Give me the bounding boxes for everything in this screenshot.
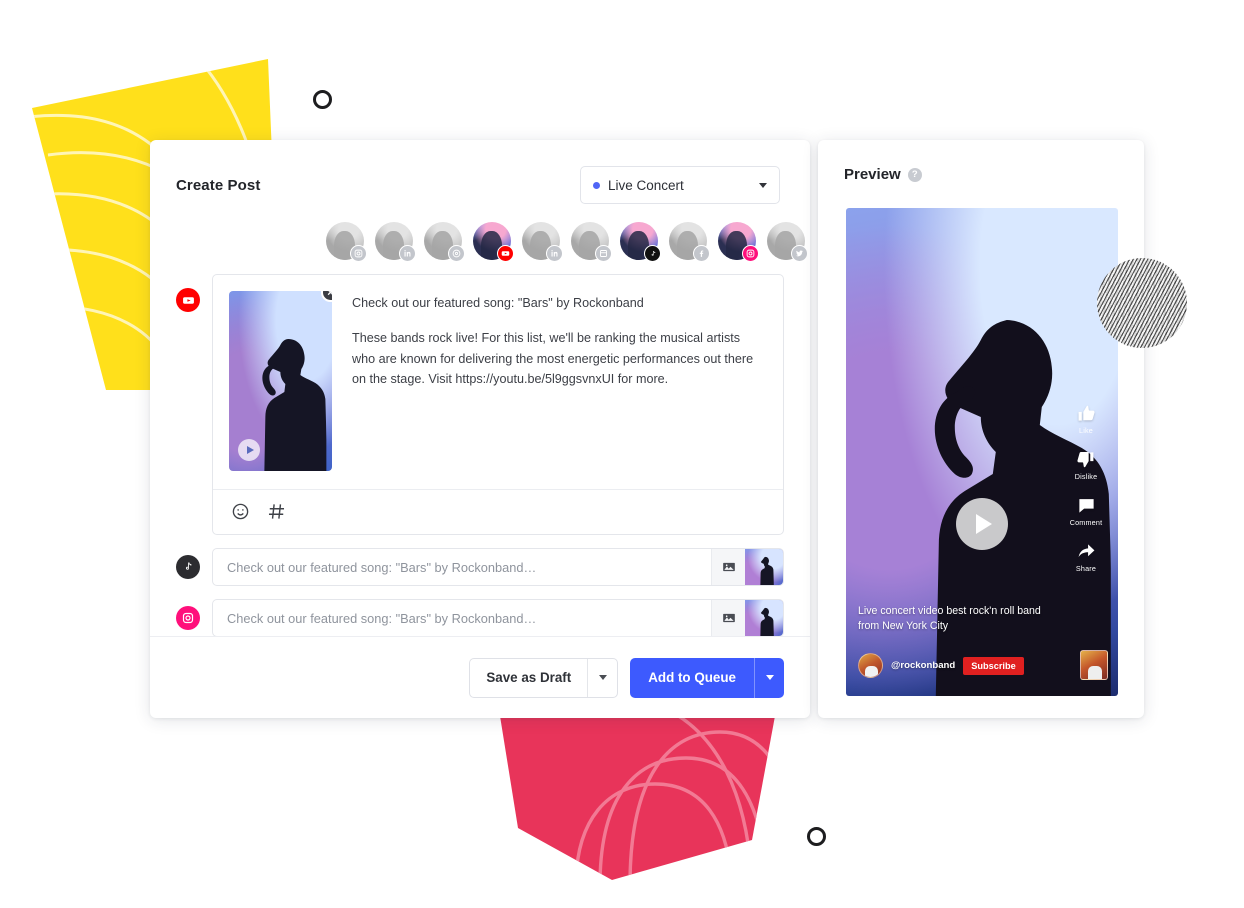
composer-title-line: Check out our featured song: "Bars" by R… [352, 296, 644, 310]
red-decorative-shape [500, 716, 775, 880]
composer-box[interactable]: × Check out our featured song: "Bars" by… [212, 274, 784, 535]
silhouette-figure [760, 556, 774, 585]
add-to-queue-button[interactable]: Add to Queue [630, 657, 784, 698]
instagram-icon [176, 606, 200, 630]
preview-action-rail: Like Dislike Comment Share [1058, 404, 1114, 573]
save-as-draft-label: Save as Draft [486, 670, 572, 685]
create-post-card: Create Post Live Concert × Check out our… [150, 140, 810, 718]
remove-media-button[interactable]: × [321, 291, 332, 302]
composer-row-tiktok: Check out our featured song: "Bars" by R… [150, 535, 810, 586]
account-avatar-twitter[interactable] [767, 222, 808, 262]
composer-row-instagram: Check out our featured song: "Bars" by R… [150, 586, 810, 637]
chevron-down-icon [765, 675, 774, 680]
scope-dot-icon [593, 181, 600, 189]
facebook-icon [693, 245, 710, 262]
decorative-ring-top [313, 90, 332, 109]
account-avatar-youtube[interactable] [473, 222, 514, 262]
account-avatar-business[interactable] [571, 222, 612, 262]
add-to-queue-label: Add to Queue [648, 670, 736, 685]
hashtag-icon[interactable] [267, 502, 287, 522]
silhouette-figure [760, 607, 774, 636]
account-avatar-row [150, 204, 810, 262]
instagram-row-thumbnail[interactable] [745, 600, 783, 636]
tiktok-caption-placeholder: Check out our featured song: "Bars" by R… [227, 559, 537, 575]
account-avatar-facebook[interactable] [669, 222, 710, 262]
preview-caption: Live concert video best rock'n roll band… [858, 604, 1041, 632]
tiktok-row-thumbnail[interactable] [745, 549, 783, 585]
share-button[interactable]: Share [1076, 542, 1096, 573]
share-label: Share [1075, 564, 1097, 573]
chevron-down-icon [598, 675, 607, 680]
image-icon[interactable] [711, 549, 745, 585]
youtube-icon [497, 245, 514, 262]
save-as-draft-dropdown[interactable] [587, 658, 617, 697]
linkedin-icon [399, 245, 416, 262]
tiktok-icon [176, 555, 200, 579]
account-avatar-instagram-2[interactable] [718, 222, 759, 262]
instagram-icon [350, 245, 367, 262]
help-icon[interactable]: ? [907, 167, 922, 182]
media-play-button[interactable] [238, 439, 260, 461]
composer-body: × Check out our featured song: "Bars" by… [213, 275, 783, 489]
comment-icon [1078, 499, 1094, 513]
instagram-icon [742, 245, 759, 262]
account-avatar-linkedin-2[interactable] [522, 222, 563, 262]
account-avatar-linkedin-1[interactable] [375, 222, 416, 262]
composer-media-thumbnail[interactable]: × [229, 291, 332, 471]
save-as-draft-button[interactable]: Save as Draft [469, 657, 619, 698]
share-arrow-icon [1078, 544, 1094, 558]
scope-select-label: Live Concert [608, 177, 684, 193]
instagram-caption-placeholder: Check out our featured song: "Bars" by R… [227, 610, 537, 626]
account-avatar-tiktok[interactable] [620, 222, 661, 262]
create-post-footer: Save as Draft Add to Queue [150, 636, 810, 718]
channel-handle: @rockonband [891, 660, 956, 671]
preview-header: Preview ? [818, 140, 1144, 183]
composer-row-youtube: × Check out our featured song: "Bars" by… [150, 260, 810, 535]
page-title: Create Post [176, 176, 261, 194]
instagram-caption-input[interactable]: Check out our featured song: "Bars" by R… [212, 599, 784, 637]
chevron-down-icon [759, 182, 767, 188]
account-avatar-instagram-1[interactable] [326, 222, 367, 262]
like-label: Like [1079, 426, 1093, 435]
account-avatar-pinterest[interactable] [424, 222, 465, 262]
business-icon [595, 245, 612, 262]
thumbs-up-icon [1078, 405, 1095, 421]
preview-play-button[interactable] [956, 498, 1008, 550]
tiktok-icon [644, 245, 661, 262]
like-button[interactable]: Like [1077, 404, 1096, 435]
add-to-queue-dropdown[interactable] [754, 657, 784, 698]
dislike-button[interactable]: Dislike [1075, 450, 1098, 481]
composer-body-line: These bands rock live! For this list, we… [352, 331, 754, 387]
image-icon[interactable] [711, 600, 745, 636]
preview-title: Preview [844, 166, 901, 183]
preview-channel-row: @rockonband Subscribe [858, 653, 1024, 678]
pinterest-icon [448, 245, 465, 262]
tiktok-caption-input[interactable]: Check out our featured song: "Bars" by R… [212, 548, 784, 586]
preview-video-stage[interactable]: Like Dislike Comment Share Live concert … [846, 208, 1118, 696]
composer-toolbar [213, 489, 783, 534]
channel-avatar[interactable] [858, 653, 883, 678]
create-post-header: Create Post Live Concert [150, 140, 810, 204]
preview-card: Preview ? Like Dislike Comment Share Liv… [818, 140, 1144, 718]
comment-label: Comment [1069, 518, 1103, 527]
preview-corner-thumbnail[interactable] [1080, 650, 1108, 680]
youtube-icon [176, 288, 200, 312]
composer-text: Check out our featured song: "Bars" by R… [352, 291, 765, 471]
screenshot-root: Create Post Live Concert × Check out our… [0, 0, 1244, 908]
twitter-icon [791, 245, 808, 262]
comment-button[interactable]: Comment [1070, 496, 1103, 527]
thumbs-down-icon [1077, 451, 1094, 468]
emoji-icon[interactable] [231, 502, 251, 522]
decorative-ring-bottom [807, 827, 826, 846]
linkedin-icon [546, 245, 563, 262]
scope-select[interactable]: Live Concert [580, 166, 780, 204]
subscribe-button[interactable]: Subscribe [963, 656, 1024, 675]
dislike-label: Dislike [1074, 472, 1098, 481]
